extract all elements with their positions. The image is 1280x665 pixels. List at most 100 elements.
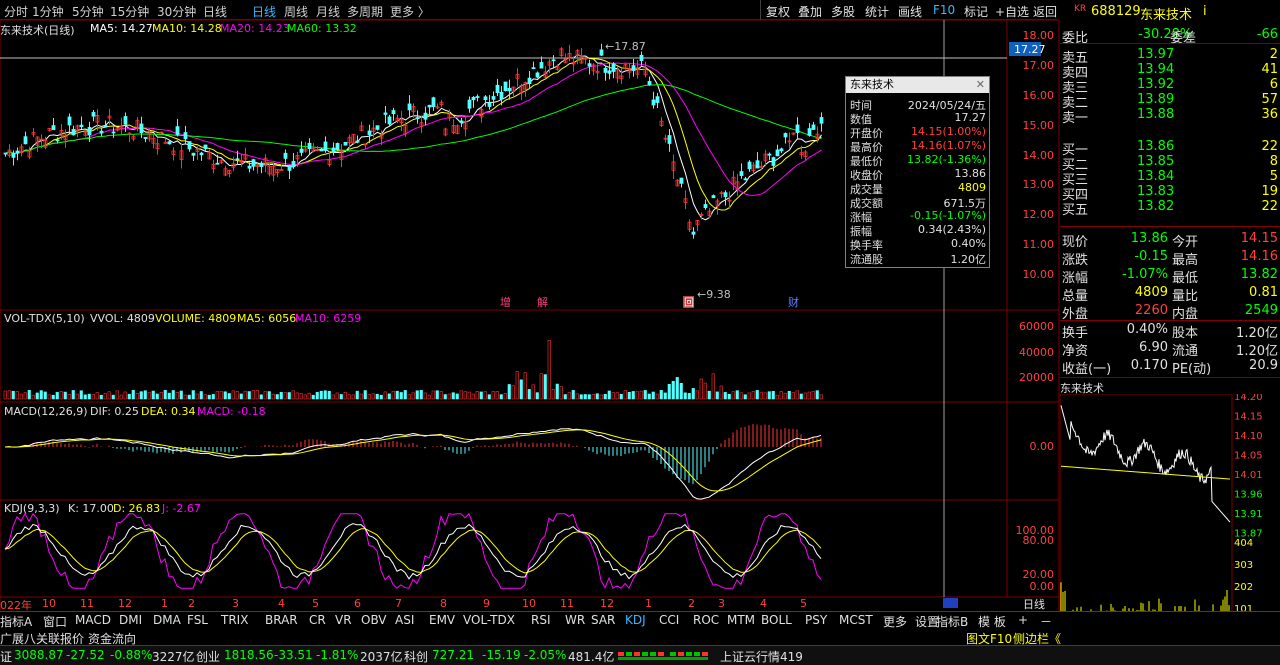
bid-row-price[interactable]: 13.85 — [1137, 154, 1174, 169]
fuquan-button[interactable]: 复权 — [766, 3, 790, 20]
event-mark[interactable]: 财 — [788, 295, 799, 309]
overlay-button[interactable]: 叠加 — [798, 3, 822, 20]
indicator-tab[interactable]: CCI — [659, 613, 679, 627]
tooltip-value: 14.15(1.00%) — [910, 125, 986, 138]
volume-bar — [467, 391, 471, 400]
tab-5min[interactable]: 5分钟 — [72, 3, 104, 20]
volume-bar — [355, 390, 359, 400]
candle-body — [739, 171, 744, 176]
event-mark[interactable]: 增 — [500, 295, 511, 309]
intraday-mini-chart[interactable]: 14.2014.1514.1014.0514.0113.9613.9113.87… — [1060, 394, 1280, 617]
indicator-tab[interactable]: ASI — [395, 613, 414, 627]
indicator-tab[interactable]: VOL-TDX — [463, 613, 515, 627]
template-button[interactable]: 模 板 — [978, 613, 1006, 630]
volume-bar — [595, 393, 599, 400]
indicator-tab[interactable]: 窗口 — [43, 613, 67, 630]
bid-row-price[interactable]: 13.83 — [1137, 184, 1174, 199]
multi-stock-button[interactable]: 多股 — [831, 3, 855, 20]
back-button[interactable]: 返回 — [1033, 3, 1057, 20]
ask-row-price[interactable]: 13.94 — [1137, 62, 1174, 77]
tab-weekly[interactable]: 周线 — [284, 3, 308, 20]
indicator-tab[interactable]: DMI — [119, 613, 142, 627]
mark-button[interactable]: 标记 — [964, 3, 988, 20]
indicator-tab[interactable]: MACD — [75, 613, 111, 627]
tab-more[interactable]: 更多 〉 — [390, 3, 430, 20]
volume-bar — [403, 390, 407, 400]
period-label[interactable]: 日线 — [1010, 596, 1058, 611]
tab-monthly[interactable]: 月线 — [316, 3, 340, 20]
stock-name[interactable]: 东来技术 — [1140, 4, 1192, 23]
indicator-tab[interactable]: MTM — [727, 613, 755, 627]
volume-bar — [743, 394, 747, 400]
volume-bar — [7, 390, 11, 400]
volume-bar — [311, 394, 315, 400]
candle-body — [163, 141, 168, 144]
event-mark[interactable]: 解 — [537, 295, 548, 309]
bid-row-price[interactable]: 13.82 — [1137, 199, 1174, 214]
indicator-tab[interactable]: VR — [335, 613, 352, 627]
tooltip-row: 成交额 671.5万 — [846, 195, 990, 210]
mini-axis-label: 14.20 — [1234, 394, 1263, 403]
mini-axis-label: 14.05 — [1234, 451, 1263, 462]
bid-row-price[interactable]: 13.86 — [1137, 139, 1174, 154]
indicator-tab[interactable]: OBV — [361, 613, 387, 627]
stats-button[interactable]: 统计 — [865, 3, 889, 20]
indicator-tab[interactable]: MCST — [839, 613, 873, 627]
volume-bar — [19, 393, 23, 400]
ask-row-price[interactable]: 13.89 — [1137, 92, 1174, 107]
tab-15min[interactable]: 15分钟 — [110, 3, 149, 20]
volume-bar — [631, 391, 635, 400]
indicator-tab[interactable]: ROC — [693, 613, 719, 627]
indicator-tab[interactable]: WR — [565, 613, 585, 627]
volume-bar — [643, 390, 647, 400]
candle-body — [471, 96, 476, 101]
indicator-tab[interactable]: SAR — [591, 613, 615, 627]
zoom-out-button[interactable]: － — [1040, 613, 1052, 630]
indicator-tab[interactable]: CR — [309, 613, 326, 627]
indicator-tab[interactable]: PSY — [805, 613, 827, 627]
candle-body — [215, 162, 220, 165]
draw-line-button[interactable]: 画线 — [898, 3, 922, 20]
event-mark[interactable]: 回 — [684, 297, 694, 309]
ask-row-price[interactable]: 13.88 — [1137, 107, 1174, 122]
indicator-tab[interactable]: BOLL — [761, 613, 792, 627]
indicator-tab[interactable]: 指标A — [0, 613, 32, 630]
ask-row-price[interactable]: 13.92 — [1137, 77, 1174, 92]
stat-value: 2260 — [1134, 303, 1168, 318]
indicator-tab[interactable]: BRAR — [265, 613, 298, 627]
close-icon[interactable]: ✕ — [976, 78, 985, 91]
indicator-tab[interactable]: KDJ — [625, 613, 646, 627]
chart-title: 东来技术(日线) — [0, 24, 75, 37]
macd-title[interactable]: MACD(12,26,9) — [4, 405, 88, 418]
bid-row-volume: 22 — [1261, 139, 1278, 154]
indicator-tab[interactable]: 更多 — [883, 613, 907, 630]
tab-1min[interactable]: 1分钟 — [32, 3, 64, 20]
indicator-tab[interactable]: FSL — [187, 613, 208, 627]
bid-row-price[interactable]: 13.84 — [1137, 169, 1174, 184]
indicator-tab[interactable]: TRIX — [221, 613, 248, 627]
tab-multi-period[interactable]: 多周期 — [347, 3, 383, 20]
add-favorite-button[interactable]: +自选 — [995, 3, 1029, 20]
indicator-tab[interactable]: EMV — [429, 613, 455, 627]
scroll-thumb[interactable] — [943, 598, 958, 608]
indicator-tab[interactable]: DMA — [153, 613, 181, 627]
tooltip-row: 换手率 0.40% — [846, 237, 990, 252]
zoom-in-button[interactable]: + — [1018, 613, 1028, 627]
stat-value: 2549 — [1244, 303, 1278, 318]
volume-bar — [407, 394, 411, 400]
volume-bar — [443, 394, 447, 400]
tab-60min[interactable]: 日线 — [203, 3, 227, 20]
ask-row-price[interactable]: 13.97 — [1137, 47, 1174, 62]
f10-button[interactable]: F10 — [933, 3, 955, 17]
vol-title[interactable]: VOL-TDX(5,10) — [4, 312, 85, 325]
volume-bar — [511, 385, 515, 400]
tab-30min[interactable]: 30分钟 — [157, 3, 196, 20]
indicator-b-button[interactable]: 指标B — [936, 613, 968, 630]
kdj-title[interactable]: KDJ(9,3,3) — [4, 502, 60, 515]
tab-daily[interactable]: 日线 — [252, 3, 276, 20]
bid-row-volume: 19 — [1261, 184, 1278, 199]
stock-code: 688129 — [1091, 4, 1141, 19]
tab-fenshi[interactable]: 分时 — [4, 3, 28, 20]
indicator-tab[interactable]: RSI — [531, 613, 551, 627]
bid-row-volume: 22 — [1261, 199, 1278, 214]
